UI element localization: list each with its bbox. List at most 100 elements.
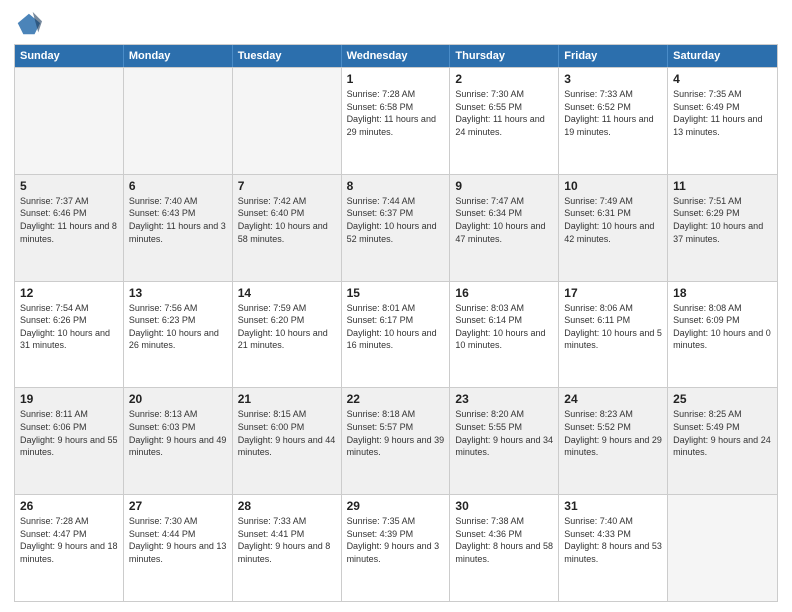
calendar-cell: 15Sunrise: 8:01 AM Sunset: 6:17 PM Dayli…: [342, 282, 451, 388]
cell-info: Sunrise: 8:13 AM Sunset: 6:03 PM Dayligh…: [129, 408, 227, 458]
day-number: 19: [20, 392, 118, 406]
day-number: 30: [455, 499, 553, 513]
logo-icon: [14, 10, 42, 38]
cell-info: Sunrise: 7:51 AM Sunset: 6:29 PM Dayligh…: [673, 195, 772, 245]
day-number: 9: [455, 179, 553, 193]
cell-info: Sunrise: 8:06 AM Sunset: 6:11 PM Dayligh…: [564, 302, 662, 352]
day-number: 6: [129, 179, 227, 193]
calendar-cell: 5 Sunrise: 7:37 AM Sunset: 6:46 PM Daylig…: [15, 175, 124, 281]
calendar-cell: 27Sunrise: 7:30 AM Sunset: 4:44 PM Dayli…: [124, 495, 233, 601]
cell-info: Sunrise: 7:38 AM Sunset: 4:36 PM Dayligh…: [455, 515, 553, 565]
calendar-cell: 30 Sunrise: 7:38 AM Sunset: 4:36 PM Dayli…: [450, 495, 559, 601]
calendar-cell: [233, 68, 342, 174]
calendar-cell: 4 Sunrise: 7:35 AM Sunset: 6:49 PM Daylig…: [668, 68, 777, 174]
day-number: 2: [455, 72, 553, 86]
day-number: 7: [238, 179, 336, 193]
day-number: 28: [238, 499, 336, 513]
calendar-cell: [15, 68, 124, 174]
cell-info: Sunrise: 7:59 AM Sunset: 6:20 PM Dayligh…: [238, 302, 336, 352]
day-number: 4: [673, 72, 772, 86]
calendar-header-cell: Wednesday: [342, 45, 451, 67]
cell-info: Sunrise: 8:18 AM Sunset: 5:57 PM Dayligh…: [347, 408, 445, 458]
header: [14, 10, 778, 38]
cell-info: Sunrise: 8:08 AM Sunset: 6:09 PM Dayligh…: [673, 302, 772, 352]
day-number: 10: [564, 179, 662, 193]
day-number: 25: [673, 392, 772, 406]
calendar-body: 1 Sunrise: 7:28 AM Sunset: 6:58 PM Daylig…: [15, 67, 777, 601]
day-number: 15: [347, 286, 445, 300]
page: SundayMondayTuesdayWednesdayThursdayFrid…: [0, 0, 792, 612]
cell-info: Sunrise: 7:54 AM Sunset: 6:26 PM Dayligh…: [20, 302, 118, 352]
calendar-cell: 11 Sunrise: 7:51 AM Sunset: 6:29 PM Dayli…: [668, 175, 777, 281]
day-number: 14: [238, 286, 336, 300]
calendar-header-cell: Tuesday: [233, 45, 342, 67]
day-number: 16: [455, 286, 553, 300]
cell-info: Sunrise: 8:15 AM Sunset: 6:00 PM Dayligh…: [238, 408, 336, 458]
calendar-cell: 25 Sunrise: 8:25 AM Sunset: 5:49 PM Dayli…: [668, 388, 777, 494]
cell-info: Sunrise: 7:33 AM Sunset: 6:52 PM Dayligh…: [564, 88, 662, 138]
day-number: 20: [129, 392, 227, 406]
calendar-cell: 24 Sunrise: 8:23 AM Sunset: 5:52 PM Dayli…: [559, 388, 668, 494]
day-number: 11: [673, 179, 772, 193]
calendar-cell: 6 Sunrise: 7:40 AM Sunset: 6:43 PM Daylig…: [124, 175, 233, 281]
calendar-header-cell: Thursday: [450, 45, 559, 67]
cell-info: Sunrise: 8:23 AM Sunset: 5:52 PM Dayligh…: [564, 408, 662, 458]
cell-info: Sunrise: 8:25 AM Sunset: 5:49 PM Dayligh…: [673, 408, 772, 458]
logo: [14, 10, 46, 38]
cell-info: Sunrise: 7:35 AM Sunset: 4:39 PM Dayligh…: [347, 515, 445, 565]
day-number: 17: [564, 286, 662, 300]
calendar: SundayMondayTuesdayWednesdayThursdayFrid…: [14, 44, 778, 602]
day-number: 21: [238, 392, 336, 406]
day-number: 31: [564, 499, 662, 513]
cell-info: Sunrise: 7:56 AM Sunset: 6:23 PM Dayligh…: [129, 302, 227, 352]
calendar-cell: 18 Sunrise: 8:08 AM Sunset: 6:09 PM Dayli…: [668, 282, 777, 388]
day-number: 18: [673, 286, 772, 300]
calendar-cell: 28 Sunrise: 7:33 AM Sunset: 4:41 PM Dayli…: [233, 495, 342, 601]
calendar-cell: 3 Sunrise: 7:33 AM Sunset: 6:52 PM Daylig…: [559, 68, 668, 174]
calendar-cell: 8Sunrise: 7:44 AM Sunset: 6:37 PM Daylig…: [342, 175, 451, 281]
calendar-row: 5 Sunrise: 7:37 AM Sunset: 6:46 PM Daylig…: [15, 174, 777, 281]
calendar-header-cell: Monday: [124, 45, 233, 67]
cell-info: Sunrise: 7:40 AM Sunset: 6:43 PM Dayligh…: [129, 195, 227, 245]
calendar-cell: 13 Sunrise: 7:56 AM Sunset: 6:23 PM Dayli…: [124, 282, 233, 388]
cell-info: Sunrise: 8:03 AM Sunset: 6:14 PM Dayligh…: [455, 302, 553, 352]
calendar-cell: 12Sunrise: 7:54 AM Sunset: 6:26 PM Dayli…: [15, 282, 124, 388]
cell-info: Sunrise: 7:30 AM Sunset: 6:55 PM Dayligh…: [455, 88, 553, 138]
cell-info: Sunrise: 7:28 AM Sunset: 6:58 PM Dayligh…: [347, 88, 445, 138]
day-number: 5: [20, 179, 118, 193]
cell-info: Sunrise: 7:47 AM Sunset: 6:34 PM Dayligh…: [455, 195, 553, 245]
calendar-cell: 14 Sunrise: 7:59 AM Sunset: 6:20 PM Dayli…: [233, 282, 342, 388]
calendar-cell: 31 Sunrise: 7:40 AM Sunset: 4:33 PM Dayli…: [559, 495, 668, 601]
calendar-row: 12Sunrise: 7:54 AM Sunset: 6:26 PM Dayli…: [15, 281, 777, 388]
cell-info: Sunrise: 7:40 AM Sunset: 4:33 PM Dayligh…: [564, 515, 662, 565]
calendar-cell: 26 Sunrise: 7:28 AM Sunset: 4:47 PM Dayli…: [15, 495, 124, 601]
day-number: 13: [129, 286, 227, 300]
calendar-row: 19Sunrise: 8:11 AM Sunset: 6:06 PM Dayli…: [15, 387, 777, 494]
calendar-cell: 10 Sunrise: 7:49 AM Sunset: 6:31 PM Dayli…: [559, 175, 668, 281]
cell-info: Sunrise: 7:28 AM Sunset: 4:47 PM Dayligh…: [20, 515, 118, 565]
calendar-cell: 22Sunrise: 8:18 AM Sunset: 5:57 PM Dayli…: [342, 388, 451, 494]
day-number: 1: [347, 72, 445, 86]
calendar-cell: 17 Sunrise: 8:06 AM Sunset: 6:11 PM Dayli…: [559, 282, 668, 388]
calendar-row: 26 Sunrise: 7:28 AM Sunset: 4:47 PM Dayli…: [15, 494, 777, 601]
day-number: 26: [20, 499, 118, 513]
day-number: 24: [564, 392, 662, 406]
cell-info: Sunrise: 7:30 AM Sunset: 4:44 PM Dayligh…: [129, 515, 227, 565]
day-number: 23: [455, 392, 553, 406]
calendar-header-cell: Saturday: [668, 45, 777, 67]
day-number: 3: [564, 72, 662, 86]
calendar-cell: 19Sunrise: 8:11 AM Sunset: 6:06 PM Dayli…: [15, 388, 124, 494]
calendar-cell: 20 Sunrise: 8:13 AM Sunset: 6:03 PM Dayli…: [124, 388, 233, 494]
cell-info: Sunrise: 7:33 AM Sunset: 4:41 PM Dayligh…: [238, 515, 336, 565]
day-number: 8: [347, 179, 445, 193]
cell-info: Sunrise: 7:42 AM Sunset: 6:40 PM Dayligh…: [238, 195, 336, 245]
cell-info: Sunrise: 7:49 AM Sunset: 6:31 PM Dayligh…: [564, 195, 662, 245]
calendar-cell: 21 Sunrise: 8:15 AM Sunset: 6:00 PM Dayli…: [233, 388, 342, 494]
cell-info: Sunrise: 7:37 AM Sunset: 6:46 PM Dayligh…: [20, 195, 118, 245]
cell-info: Sunrise: 7:35 AM Sunset: 6:49 PM Dayligh…: [673, 88, 772, 138]
calendar-header-cell: Sunday: [15, 45, 124, 67]
calendar-cell: [124, 68, 233, 174]
calendar-cell: 29Sunrise: 7:35 AM Sunset: 4:39 PM Dayli…: [342, 495, 451, 601]
calendar-cell: 16 Sunrise: 8:03 AM Sunset: 6:14 PM Dayli…: [450, 282, 559, 388]
calendar-cell: 2 Sunrise: 7:30 AM Sunset: 6:55 PM Daylig…: [450, 68, 559, 174]
